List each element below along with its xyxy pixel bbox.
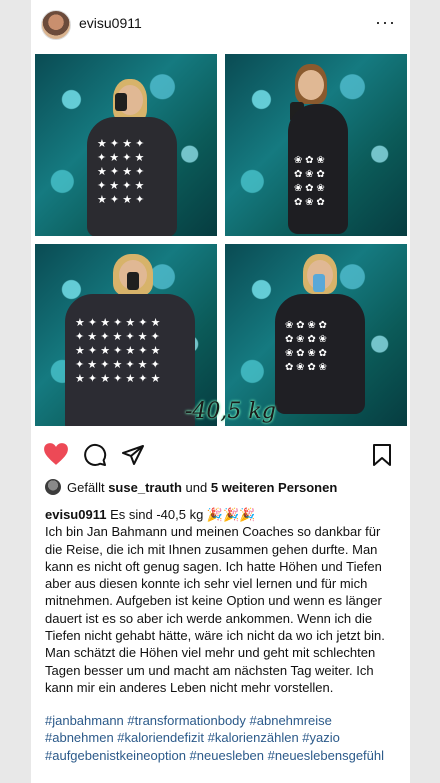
heart-icon[interactable]	[43, 442, 69, 466]
likes-row: Gefällt suse_trauth und 5 weiteren Perso…	[45, 478, 405, 498]
bookmark-icon[interactable]	[371, 443, 393, 467]
hashtags[interactable]: #janbahmann #transformationbody #abnehmr…	[45, 712, 400, 764]
likes-text: Gefällt suse_trauth und 5 weiteren Perso…	[67, 480, 337, 495]
post-caption: evisu0911 Es sind -40,5 kg 🎉🎉🎉 Ich bin J…	[45, 506, 400, 696]
caption-username[interactable]: evisu0911	[45, 507, 106, 522]
liker-avatar[interactable]	[45, 479, 61, 495]
caption-first-line: Es sind -40,5 kg 🎉🎉🎉	[110, 507, 256, 522]
comment-icon[interactable]	[83, 443, 107, 467]
photo-tile-2: ❀ ✿ ❀ ✿ ❀ ✿ ❀ ✿ ❀ ✿ ❀ ✿	[225, 54, 407, 236]
more-icon[interactable]: ···	[375, 12, 396, 33]
post-image[interactable]: ★ ✦ ★ ✦ ✦ ★ ✦ ★ ★ ✦ ★ ✦ ✦ ★ ✦ ★ ★ ✦ ★ ✦ ❀ ✿ …	[35, 54, 408, 426]
avatar[interactable]	[41, 10, 71, 40]
likes-middle: und	[185, 480, 208, 495]
weight-loss-overlay: -40,5 kg	[185, 399, 276, 424]
post-header: evisu0911 ···	[31, 0, 410, 50]
likes-count[interactable]: 5 weiteren Personen	[211, 480, 337, 495]
photo-tile-1: ★ ✦ ★ ✦ ✦ ★ ✦ ★ ★ ✦ ★ ✦ ✦ ★ ✦ ★ ★ ✦ ★ ✦	[35, 54, 217, 236]
action-bar	[31, 430, 410, 480]
instagram-post-card: evisu0911 ··· ★ ✦ ★ ✦ ✦ ★ ✦ ★ ★ ✦ ★ ✦ ✦ ★ ✦…	[31, 0, 410, 783]
username-link[interactable]: evisu0911	[79, 15, 142, 31]
share-icon[interactable]	[121, 443, 145, 467]
liker-username[interactable]: suse_trauth	[108, 480, 182, 495]
caption-body: Ich bin Jan Bahmann und meinen Coaches s…	[45, 524, 385, 695]
likes-prefix: Gefällt	[67, 480, 105, 495]
